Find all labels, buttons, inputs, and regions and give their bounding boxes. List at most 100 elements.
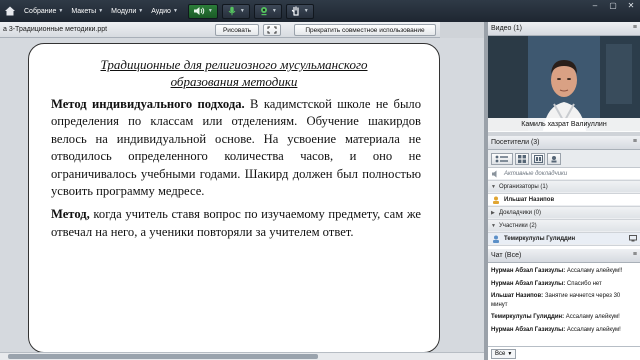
active-speakers-row: Активные докладчики <box>488 168 640 180</box>
video-pod-title: Видео <box>491 25 512 32</box>
presenter-video-image <box>488 36 640 131</box>
raise-hand-button[interactable]: ▼ <box>285 3 314 19</box>
chevron-down-icon: ▼ <box>172 8 178 14</box>
chevron-right-icon: ▶ <box>491 209 495 216</box>
chat-recipient-label: Все <box>495 350 506 357</box>
slide-body: Метод индивидуального подхода. В кадимст… <box>51 96 421 241</box>
menu-audio[interactable]: Аудио ▼ <box>151 8 178 15</box>
breakout-rooms-icon <box>533 154 543 163</box>
top-menu-bar: Собрание ▼ Макеты ▼ Модули ▼ Аудио ▼ ▼ ▼ ▼ ▼ <box>0 0 640 22</box>
chevron-down-icon: ▼ <box>239 8 245 14</box>
attendee-row[interactable]: Ильшат Назипов <box>488 194 640 206</box>
video-pod-header: Видео (1) ≡ <box>488 22 640 36</box>
fullscreen-button[interactable] <box>263 24 281 36</box>
chat-sender: Нурман Абзал Газизулы: <box>491 280 566 287</box>
attendees-pod-title: Посетители <box>491 139 529 146</box>
microphone-icon <box>228 6 236 16</box>
microphone-button[interactable]: ▼ <box>221 3 250 19</box>
chevron-down-icon: ▼ <box>271 8 277 14</box>
organizer-name: Ильшат Назипов <box>504 196 555 203</box>
chevron-down-icon: ▼ <box>491 222 496 229</box>
chevron-down-icon: ▼ <box>507 350 513 357</box>
maximize-icon[interactable]: ▢ <box>604 0 622 10</box>
share-stage: Традиционные для религиозного мусульманс… <box>0 38 484 360</box>
webcam-video <box>488 36 640 131</box>
chevron-down-icon: ▼ <box>207 8 213 14</box>
menu-meeting[interactable]: Собрание ▼ <box>24 8 63 15</box>
chat-input-bar: Все ▼ <box>488 346 640 360</box>
grid-view-button[interactable] <box>515 152 529 165</box>
participant-name: Темиркулулы Гулиддин <box>504 235 576 242</box>
paragraph-2-heading: Метод, <box>51 207 90 222</box>
fullscreen-icon <box>267 26 277 34</box>
paragraph-2-text: когда учитель ставя вопрос по изучаемому… <box>51 207 421 239</box>
stop-sharing-button[interactable]: Прекратить совместное использование <box>294 24 436 36</box>
chat-pod-title: Чат <box>491 252 503 259</box>
presenters-label: Докладчики (0) <box>499 209 541 216</box>
chat-text: Спасибо нет <box>565 280 602 287</box>
camera-button[interactable]: ▼ <box>253 3 282 19</box>
close-icon[interactable]: ✕ <box>622 0 640 10</box>
menu-meeting-label: Собрание <box>24 7 57 15</box>
chat-message: Ильшат Назипов: Занятие начнется через 3… <box>491 292 637 309</box>
stop-sharing-label: Прекратить совместное использование <box>305 26 425 34</box>
menu-pods-label: Модули <box>111 7 137 15</box>
minimize-icon[interactable]: – <box>586 0 604 10</box>
chevron-down-icon: ▼ <box>58 8 64 14</box>
video-count: (1) <box>513 25 522 32</box>
grid-view-icon <box>518 154 526 163</box>
menu-pods[interactable]: Модули ▼ <box>111 8 143 15</box>
slide-paragraph-1: Метод индивидуального подхода. В кадимст… <box>51 96 421 200</box>
pod-menu-icon[interactable]: ≡ <box>633 24 637 31</box>
status-view-button[interactable] <box>547 152 561 165</box>
pod-menu-icon[interactable]: ≡ <box>633 251 637 258</box>
menu-layouts-label: Макеты <box>71 7 97 15</box>
attendees-count: (3) <box>530 139 540 146</box>
chat-message: Темиркулулы Гулиддин: Ассаламу алейкум! <box>491 313 637 322</box>
video-caption: Камиль хазрат Валиуллин <box>488 118 640 132</box>
computer-icon <box>629 235 637 242</box>
speaker-icon <box>193 7 205 15</box>
chat-count: (Все) <box>504 252 522 259</box>
presenters-group[interactable]: ▶ Докладчики (0) <box>488 207 640 219</box>
chat-message: Нурман Абзал Газизулы: Ассаламу алейкум!… <box>491 267 637 276</box>
speaker-button[interactable]: ▼ <box>187 3 218 19</box>
breakout-button[interactable] <box>531 152 545 165</box>
organizers-label: Организаторы (1) <box>499 183 548 190</box>
raise-hand-icon <box>291 6 299 16</box>
host-user-icon <box>493 196 499 204</box>
webcam-icon <box>260 7 267 16</box>
attendees-pod-header: Посетители (3) ≡ <box>488 136 640 150</box>
chevron-down-icon: ▼ <box>491 183 496 190</box>
paragraph-1-text: В кадимстской школе не было определения … <box>51 97 421 199</box>
paragraph-1-heading: Метод индивидуального подхода. <box>51 97 245 111</box>
chat-messages: Нурман Абзал Газизулы: Ассаламу алейкум!… <box>488 263 640 346</box>
home-icon[interactable] <box>4 5 16 17</box>
chat-sender: Темиркулулы Гулиддин: <box>491 314 565 320</box>
chevron-down-icon: ▼ <box>98 8 104 14</box>
chat-recipient-select[interactable]: Все ▼ <box>491 348 517 359</box>
chat-sender: Ильшат Назипов: <box>491 293 544 299</box>
chat-text: Ассаламу алейкум! <box>565 326 621 333</box>
speaker-icon <box>492 170 497 177</box>
participant-user-icon <box>493 235 499 243</box>
attendee-row[interactable]: Темиркулулы Гулиддин <box>488 233 640 245</box>
chat-message: Нурман Абзал Газизулы: Спасибо нет <box>491 280 637 289</box>
participants-group[interactable]: ▼ Участники (2) <box>488 220 640 232</box>
attendees-toolbar <box>488 150 640 168</box>
organizers-group[interactable]: ▼ Организаторы (1) <box>488 181 640 193</box>
chat-message: Нурман Абзал Газизулы: Ассаламу алейкум! <box>491 326 637 335</box>
scrollbar-thumb[interactable] <box>8 354 318 359</box>
menu-layouts[interactable]: Макеты ▼ <box>71 8 103 15</box>
pod-menu-icon[interactable]: ≡ <box>633 138 637 145</box>
chevron-down-icon: ▼ <box>138 8 144 14</box>
draw-button[interactable]: Рисовать <box>215 24 259 36</box>
slide-title: Традиционные для религиозного мусульманс… <box>29 56 439 90</box>
menu-audio-label: Аудио <box>151 7 171 15</box>
list-view-button[interactable] <box>491 152 513 165</box>
share-pod-title: а 3-Традиционные методики.ppt <box>3 26 108 33</box>
horizontal-scrollbar[interactable] <box>0 352 484 360</box>
audio-controls: ▼ ▼ ▼ ▼ <box>187 3 314 19</box>
slide-title-line-1: Традиционные для религиозного мусульманс… <box>100 57 368 72</box>
chat-sender: Нурман Абзал Газизулы: <box>491 326 566 333</box>
